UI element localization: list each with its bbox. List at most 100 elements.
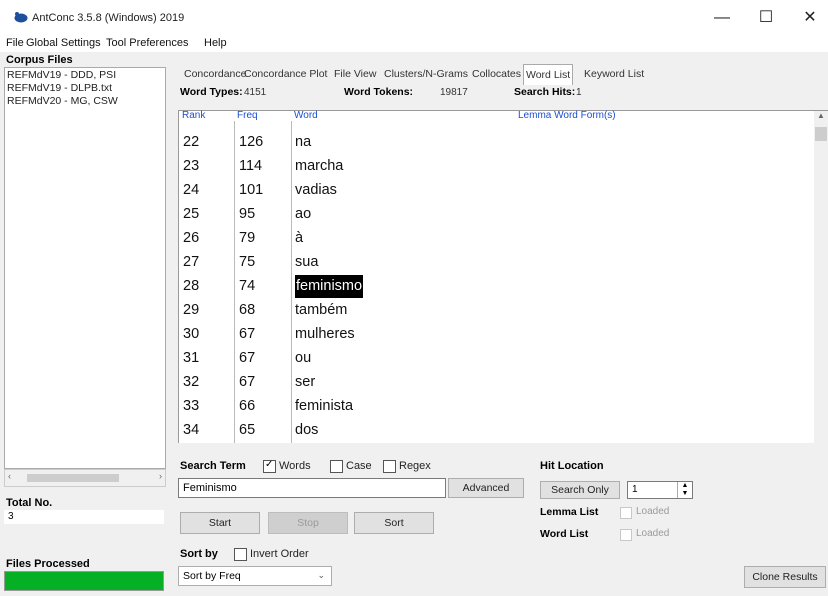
vertical-scrollbar[interactable]: ▲ [814, 111, 828, 445]
hit-location-label: Hit Location [540, 460, 604, 472]
rank-cell: 34 [183, 422, 200, 438]
word-types-label: Word Types: [180, 86, 243, 98]
word-list-row[interactable]: 32 67 ser [179, 371, 514, 394]
rank-cell: 26 [183, 230, 200, 246]
word-list-status-label: Word List [540, 528, 589, 540]
freq-cell: 67 [239, 326, 256, 342]
word-cell: à [295, 230, 304, 246]
word-list-row[interactable]: 34 65 dos [179, 419, 514, 442]
word-list-results[interactable]: Rank Freq Word 22 126 na 23 114 marcha 24 101 va… [178, 110, 516, 446]
scrollbar-thumb[interactable] [27, 474, 119, 482]
word-list-row[interactable]: 31 67 ou [179, 347, 514, 370]
corpus-file-item[interactable]: REFMdV20 - MG, CSW [7, 95, 162, 107]
rank-cell: 25 [183, 206, 200, 222]
chevron-down-icon: ⌄ [317, 570, 325, 580]
corpus-file-item[interactable]: REFMdV19 - DDD, PSI [7, 69, 162, 81]
word-list-row[interactable]: 33 66 feminista [179, 395, 514, 418]
word-list-horizontal-scrollbar[interactable] [178, 443, 514, 454]
word-list-row[interactable]: 24 101 vadias [179, 179, 514, 202]
lemma-list-label: Lemma List [540, 506, 599, 518]
tool-tabs: Concordance Concordance Plot File View C… [170, 64, 828, 85]
regex-checkbox-label: Regex [399, 460, 431, 472]
word-cell: vadias [295, 182, 337, 198]
lemma-list-status: Loaded [636, 506, 670, 517]
clone-results-button[interactable]: Clone Results [744, 566, 826, 588]
menu-help[interactable]: Help [204, 37, 227, 49]
antconc-app-icon [14, 12, 28, 23]
rank-cell: 30 [183, 326, 200, 342]
search-term-label: Search Term [180, 460, 246, 472]
word-cell: marcha [295, 158, 344, 174]
close-button[interactable]: ✕ [788, 6, 828, 30]
word-list-row[interactable]: 28 74 feminismo [179, 275, 514, 298]
corpus-list-horizontal-scrollbar[interactable]: ‹ › [4, 469, 166, 487]
word-list-row[interactable]: 26 79 à [179, 227, 514, 250]
lemma-word-forms-panel[interactable]: Lemma Word Form(s) ▲ [514, 110, 828, 446]
tab-collocates[interactable]: Collocates [470, 66, 523, 83]
hit-location-spinner[interactable]: 1 ▲ ▼ [627, 481, 693, 499]
lemma-horizontal-scrollbar[interactable] [514, 443, 828, 454]
rank-cell: 32 [183, 374, 200, 390]
search-only-button[interactable]: Search Only [540, 481, 620, 499]
column-header-freq[interactable]: Freq [237, 110, 258, 121]
word-list-row[interactable]: 29 68 também [179, 299, 514, 322]
rank-cell: 33 [183, 398, 200, 414]
word-list-status: Loaded [636, 528, 670, 539]
scrollbar-thumb[interactable] [815, 127, 827, 141]
search-hits-value: 1 [576, 87, 582, 98]
advanced-button[interactable]: Advanced [448, 478, 524, 498]
word-list-loaded-checkbox [620, 529, 632, 541]
invert-order-checkbox[interactable] [234, 548, 247, 561]
word-list-row[interactable]: 30 67 mulheres [179, 323, 514, 346]
tab-keyword-list[interactable]: Keyword List [582, 66, 646, 83]
freq-cell: 66 [239, 398, 256, 414]
menu-tool-preferences[interactable]: Tool Preferences [106, 37, 189, 49]
column-header-lemma-word-forms[interactable]: Lemma Word Form(s) [518, 110, 616, 121]
tab-word-list[interactable]: Word List [523, 64, 574, 85]
sort-by-selected-value: Sort by Freq [183, 570, 241, 582]
stop-button[interactable]: Stop [268, 512, 348, 534]
corpus-files-list[interactable]: REFMdV19 - DDD, PSI REFMdV19 - DLPB.txt … [4, 67, 166, 469]
menu-bar: File Global Settings Tool Preferences He… [0, 34, 828, 52]
scroll-left-icon[interactable]: ‹ [8, 471, 11, 481]
word-cell: ou [295, 350, 312, 366]
search-term-input[interactable] [178, 478, 446, 498]
lemma-list-loaded-checkbox [620, 507, 632, 519]
case-checkbox[interactable] [330, 460, 343, 473]
scroll-right-icon[interactable]: › [159, 471, 162, 481]
hit-location-value: 1 [632, 484, 638, 495]
sort-by-dropdown[interactable]: Sort by Freq ⌄ [178, 566, 332, 586]
word-list-row[interactable]: 27 75 sua [179, 251, 514, 274]
freq-cell: 65 [239, 422, 256, 438]
word-list-row[interactable]: 23 114 marcha [179, 155, 514, 178]
tab-file-view[interactable]: File View [332, 66, 378, 83]
tab-concordance[interactable]: Concordance [182, 66, 248, 83]
menu-global-settings[interactable]: Global Settings [26, 37, 101, 49]
tab-clusters-ngrams[interactable]: Clusters/N-Grams [382, 66, 470, 83]
files-processed-progress-bar [4, 571, 164, 591]
corpus-files-label: Corpus Files [6, 54, 73, 66]
rank-cell: 28 [183, 278, 200, 294]
tab-concordance-plot[interactable]: Concordance Plot [242, 66, 329, 83]
maximize-button[interactable]: ☐ [744, 6, 788, 30]
regex-checkbox[interactable] [383, 460, 396, 473]
word-list-row[interactable]: 25 95 ao [179, 203, 514, 226]
sort-button[interactable]: Sort [354, 512, 434, 534]
freq-cell: 67 [239, 350, 256, 366]
words-checkbox-label: Words [279, 460, 311, 472]
files-processed-label: Files Processed [6, 558, 90, 570]
column-header-word[interactable]: Word [294, 110, 318, 121]
corpus-file-item[interactable]: REFMdV19 - DLPB.txt [7, 82, 162, 94]
freq-cell: 75 [239, 254, 256, 270]
start-button[interactable]: Start [180, 512, 260, 534]
column-header-rank[interactable]: Rank [182, 110, 205, 121]
words-checkbox[interactable]: ✓ [263, 459, 276, 473]
freq-cell: 79 [239, 230, 256, 246]
scroll-up-icon[interactable]: ▲ [817, 111, 825, 120]
menu-file[interactable]: File [6, 37, 24, 49]
spinner-arrows-icon[interactable]: ▲ ▼ [677, 482, 692, 498]
freq-cell: 68 [239, 302, 256, 318]
freq-cell: 126 [239, 134, 264, 150]
word-list-row[interactable]: 22 126 na [179, 131, 514, 154]
minimize-button[interactable]: — [700, 6, 744, 30]
